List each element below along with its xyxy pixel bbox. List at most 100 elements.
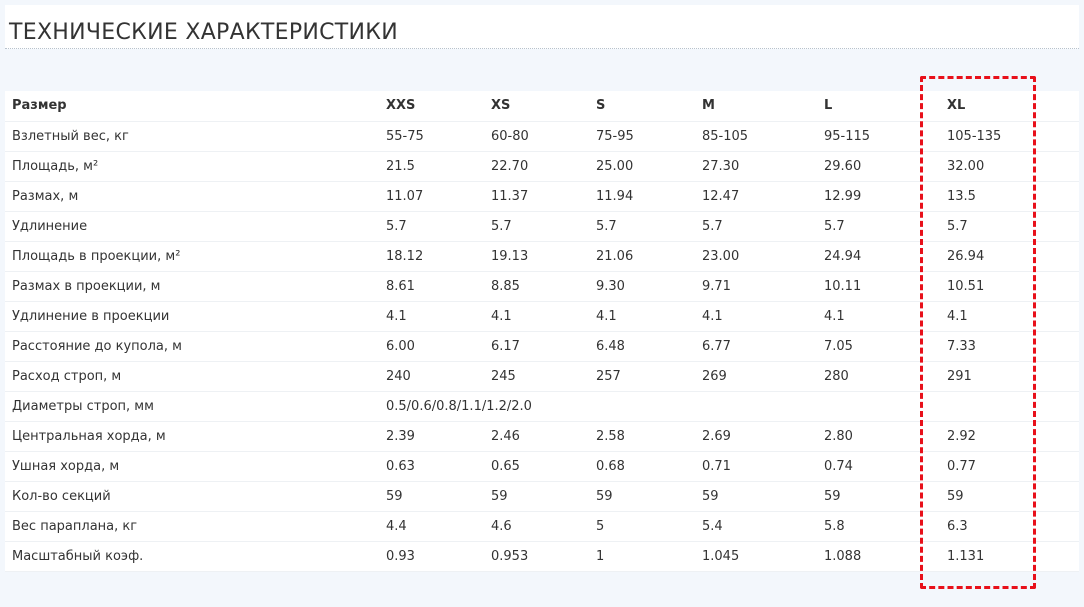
header-size-xs: XS [484,91,589,122]
table-cell: 245 [484,361,589,392]
specs-table: Размер XXS XS S M L XL Взлетный вес, кг … [5,91,1079,572]
row-label: Размах, м [5,181,379,212]
page: ТЕХНИЧЕСКИЕ ХАРАКТЕРИСТИКИ Размер XXS XS… [0,0,1084,607]
table-cell: 5.7 [695,211,817,242]
table-cell: 9.30 [589,271,695,302]
row-label: Удлинение в проекции [5,301,379,332]
table-cell: 18.12 [379,241,484,272]
row-label: Размах в проекции, м [5,271,379,302]
table-cell: 5.7 [940,211,1079,242]
table-cell: 19.13 [484,241,589,272]
table-cell: 24.94 [817,241,940,272]
header-size-l: L [817,91,940,122]
table-row: Удлинение в проекции 4.1 4.1 4.1 4.1 4.1… [5,301,1079,332]
table-cell: 4.1 [484,301,589,332]
table-cell: 280 [817,361,940,392]
section-header: ТЕХНИЧЕСКИЕ ХАРАКТЕРИСТИКИ [5,5,1079,49]
table-cell: 4.1 [379,301,484,332]
table-cell: 21.06 [589,241,695,272]
table-row: Ушная хорда, м 0.63 0.65 0.68 0.71 0.74 … [5,451,1079,482]
table-cell: 0.65 [484,451,589,482]
row-label: Взлетный вес, кг [5,121,379,152]
table-row: Площадь, м² 21.5 22.70 25.00 27.30 29.60… [5,151,1079,182]
table-row: Размах в проекции, м 8.61 8.85 9.30 9.71… [5,271,1079,302]
table-cell: 1 [589,541,695,572]
table-cell: 29.60 [817,151,940,182]
table-cell: 7.05 [817,331,940,362]
table-cell: 27.30 [695,151,817,182]
table-row: Расстояние до купола, м 6.00 6.17 6.48 6… [5,331,1079,362]
table-cell: 7.33 [940,331,1079,362]
row-label: Удлинение [5,211,379,242]
table-cell: 4.4 [379,511,484,542]
table-header-row: Размер XXS XS S M L XL [5,91,1079,122]
table-cell: 269 [695,361,817,392]
table-cell: 59 [817,481,940,512]
table-cell: 4.6 [484,511,589,542]
table-cell: 95-115 [817,121,940,152]
table-cell: 4.1 [940,301,1079,332]
table-cell: 11.94 [589,181,695,212]
table-cell: 2.92 [940,421,1079,452]
table-cell: 75-95 [589,121,695,152]
row-label: Масштабный коэф. [5,541,379,572]
table-cell: 6.77 [695,331,817,362]
row-label: Диаметры строп, мм [5,391,379,422]
section-title: ТЕХНИЧЕСКИЕ ХАРАКТЕРИСТИКИ [9,20,398,45]
table-cell: 5.7 [589,211,695,242]
table-cell: 4.1 [589,301,695,332]
table-cell: 1.045 [695,541,817,572]
table-row: Масштабный коэф. 0.93 0.953 1 1.045 1.08… [5,541,1079,572]
table-cell: 2.58 [589,421,695,452]
header-size-m: M [695,91,817,122]
table-cell: 240 [379,361,484,392]
row-label: Площадь, м² [5,151,379,182]
table-cell: 59 [940,481,1079,512]
table-cell: 5.7 [484,211,589,242]
table-row: Удлинение 5.7 5.7 5.7 5.7 5.7 5.7 [5,211,1079,242]
table-cell: 12.47 [695,181,817,212]
table-row: Размах, м 11.07 11.37 11.94 12.47 12.99 … [5,181,1079,212]
header-size-xxs: XXS [379,91,484,122]
table-cell: 2.39 [379,421,484,452]
row-label: Расход строп, м [5,361,379,392]
table-cell: 0.74 [817,451,940,482]
table-cell: 10.11 [817,271,940,302]
table-cell: 59 [484,481,589,512]
table-cell: 59 [695,481,817,512]
table-cell: 10.51 [940,271,1079,302]
table-row: Расход строп, м 240 245 257 269 280 291 [5,361,1079,392]
table-cell: 12.99 [817,181,940,212]
table-cell: 11.07 [379,181,484,212]
table-cell: 13.5 [940,181,1079,212]
table-cell: 0.63 [379,451,484,482]
table-cell: 55-75 [379,121,484,152]
table-cell: 59 [379,481,484,512]
table-cell: 2.80 [817,421,940,452]
row-label: Площадь в проекции, м² [5,241,379,272]
table-cell: 11.37 [484,181,589,212]
table-cell: 5.8 [817,511,940,542]
row-label: Центральная хорда, м [5,421,379,452]
table-row: Вес параплана, кг 4.4 4.6 5 5.4 5.8 6.3 [5,511,1079,542]
header-param: Размер [5,91,379,122]
table-cell: 85-105 [695,121,817,152]
table-row: Центральная хорда, м 2.39 2.46 2.58 2.69… [5,421,1079,452]
table-cell: 21.5 [379,151,484,182]
table-cell: 6.00 [379,331,484,362]
table-cell: 22.70 [484,151,589,182]
table-cell: 5.7 [379,211,484,242]
table-cell: 59 [589,481,695,512]
table-cell: 1.131 [940,541,1079,572]
table-cell: 4.1 [817,301,940,332]
table-cell: 105-135 [940,121,1079,152]
table-cell: 25.00 [589,151,695,182]
table-cell: 26.94 [940,241,1079,272]
table-cell: 2.46 [484,421,589,452]
table-cell: 23.00 [695,241,817,272]
table-cell: 0.68 [589,451,695,482]
row-label: Расстояние до купола, м [5,331,379,362]
header-size-s: S [589,91,695,122]
table-cell: 0.93 [379,541,484,572]
header-size-xl: XL [940,91,1079,122]
